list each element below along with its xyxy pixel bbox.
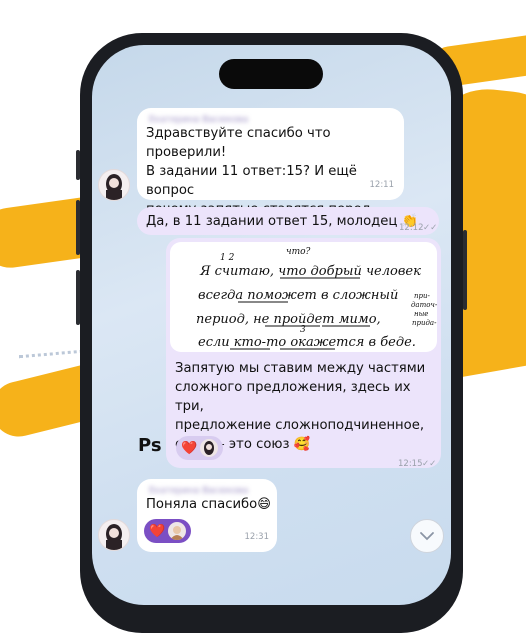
reactions[interactable]: ❤️ <box>144 519 192 543</box>
side-button <box>76 270 80 325</box>
heart-icon: ❤️ <box>181 440 198 456</box>
read-status: ✓✓ <box>423 223 438 233</box>
reactions[interactable]: ❤️ <box>176 436 224 460</box>
message-bubble[interactable]: что? 1 2 Я считаю, что добрый человек вс… <box>166 238 441 469</box>
message-time: 12:11 <box>369 180 395 190</box>
heart-icon: ❤️ <box>149 523 166 539</box>
avatar-icon <box>106 174 122 200</box>
avatar[interactable] <box>98 519 130 551</box>
side-button <box>463 230 467 310</box>
photo-text: если кто-то окажется в беде. <box>198 335 416 350</box>
photo-text: 1 2 <box>220 253 235 263</box>
ps-label: Ps <box>138 435 162 456</box>
chat-screen[interactable]: Екатерина Васюкова Здравствуйте спасибо … <box>92 45 451 605</box>
photo-text: прида- <box>412 319 437 327</box>
photo-text: что? <box>286 247 311 257</box>
message-text: Да, в 11 задании ответ 15, молодец 👏 <box>146 214 418 229</box>
sender-name: Екатерина Васюкова <box>149 486 249 496</box>
chevron-down-icon <box>420 532 434 541</box>
dynamic-island <box>219 59 323 89</box>
avatar[interactable] <box>98 169 130 201</box>
message-bubble[interactable]: Екатерина Васюкова Здравствуйте спасибо … <box>137 108 404 236</box>
photo-text: при- <box>414 292 430 300</box>
message-bubble[interactable]: Екатерина Васюкова Поняла спасибо😄 ❤️ 12… <box>137 479 277 552</box>
message-time: 12:31 <box>244 532 270 542</box>
photo-text: период, не пройдет мимо, <box>196 312 381 327</box>
photo-text: всегда поможет в сложный <box>198 288 398 303</box>
photo-text: Я считаю, что добрый человек <box>199 264 421 279</box>
message-text: Поняла спасибо😄 <box>146 497 271 512</box>
message-time: 12:15 <box>398 459 423 469</box>
message-bubble[interactable]: Да, в 11 задании ответ 15, молодец 👏 12:… <box>137 207 439 235</box>
avatar-icon <box>106 524 122 550</box>
reactor-avatar <box>200 439 219 457</box>
side-button <box>76 200 80 255</box>
scroll-down-button[interactable] <box>410 519 444 553</box>
handwriting-photo[interactable]: что? 1 2 Я считаю, что добрый человек вс… <box>170 242 437 352</box>
photo-text: даточ- <box>411 301 437 309</box>
photo-text: ные <box>414 310 428 318</box>
side-button <box>76 150 80 180</box>
reactor-avatar <box>168 522 187 540</box>
read-status: ✓✓ <box>422 459 437 469</box>
sender-name: Екатерина Васюкова <box>149 115 249 125</box>
message-time: 12:12 <box>399 223 424 233</box>
